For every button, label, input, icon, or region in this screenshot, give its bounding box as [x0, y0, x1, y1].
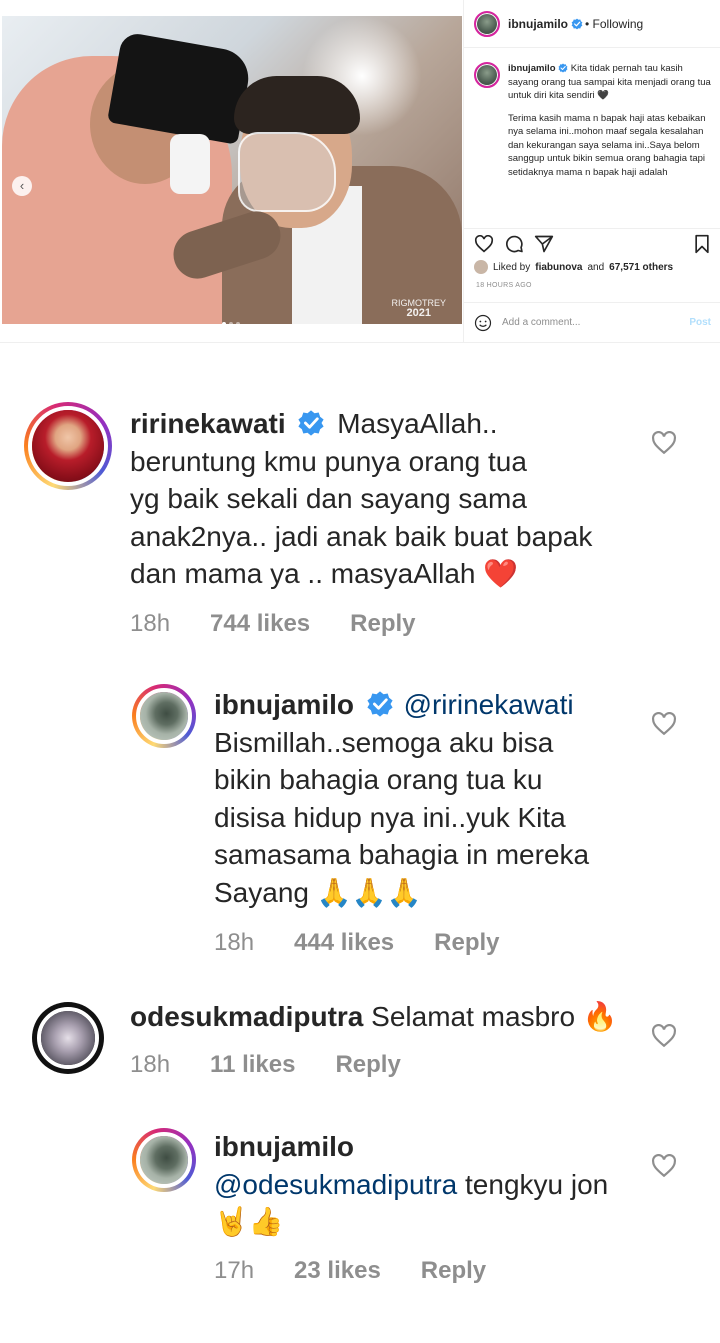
comment-line: MasyaAllah..	[337, 408, 498, 439]
comment-line: Selamat masbro 🔥	[371, 1001, 618, 1032]
carousel-dot	[222, 322, 226, 324]
comment-like-heart-icon[interactable]	[651, 1154, 677, 1178]
caption-avatar[interactable]	[474, 62, 500, 88]
comment-reply: ibnujamilo @ririnekawati Bismillah..semo…	[214, 686, 644, 956]
comment-line: anak2nya.. jadi anak baik buat bapak	[130, 520, 593, 552]
comment-reply: ibnujamilo @odesukmadiputra tengkyu jon …	[214, 1128, 644, 1284]
watermark-line2: 2021	[406, 307, 431, 319]
comment: odesukmadiputra Selamat masbro 🔥 18h 11 …	[130, 998, 650, 1078]
likes-and: and	[587, 261, 605, 273]
comment-input[interactable]: Add a comment...	[502, 317, 580, 328]
verified-badge-icon	[298, 410, 325, 436]
comment-line: disisa hidup nya ini..yuk Kita	[214, 801, 566, 833]
reply-button[interactable]: Reply	[434, 924, 499, 962]
verified-badge-icon	[367, 691, 393, 717]
author-avatar[interactable]	[474, 10, 500, 37]
post-photo[interactable]: ‹ RIGMOTREY 2021	[2, 16, 462, 324]
carousel-dot	[229, 322, 233, 324]
verified-badge-icon	[558, 63, 568, 73]
avatar-image	[41, 1011, 95, 1065]
comment-meta: 17h 23 likes Reply	[214, 1252, 486, 1290]
comment-meta: 18h 11 likes Reply	[130, 1046, 401, 1084]
commenter-avatar[interactable]	[132, 1128, 196, 1192]
post-comment-button[interactable]: Post	[689, 317, 711, 328]
avatar-image	[140, 692, 188, 740]
emoji-icon[interactable]	[474, 314, 492, 332]
comment-likes[interactable]: 23 likes	[294, 1252, 381, 1290]
comment-line: beruntung kmu punya orang tua	[130, 445, 527, 477]
comment-meta: 18h 444 likes Reply	[214, 924, 500, 962]
like-heart-icon[interactable]	[474, 234, 494, 253]
comment: ririnekawati MasyaAllah.. beruntung kmu …	[130, 405, 650, 637]
comment-input-bar: Add a comment... Post	[464, 302, 720, 342]
caption-paragraph2: Terima kasih mama n bapak haji atas keba…	[508, 112, 706, 178]
face-mask	[170, 134, 210, 194]
comment-icon[interactable]	[504, 234, 524, 254]
comment-username[interactable]: ibnujamilo	[214, 1131, 354, 1162]
comment-line: dan mama ya .. masyaAllah ❤️	[130, 558, 519, 590]
comment-line: bikin bahagia orang tua ku	[214, 764, 543, 796]
face-shield	[238, 132, 336, 212]
reply-button[interactable]: Reply	[421, 1252, 486, 1290]
comment-line: Bismillah..semoga aku bisa	[214, 726, 554, 758]
comment-likes[interactable]: 444 likes	[294, 924, 394, 962]
photo-watermark: RIGMOTREY 2021	[391, 298, 446, 319]
avatar-image	[140, 1136, 188, 1184]
likes-summary: Liked by fiabunova and 67,571 others	[474, 260, 673, 274]
caption-text: ibnujamilo Kita tidak pernah tau kasih s…	[508, 62, 714, 188]
post-sidebar: ibnujamilo • Following ibnujamilo Kita t…	[463, 0, 720, 343]
comment-username[interactable]: odesukmadiputra	[130, 1001, 363, 1032]
reply-button[interactable]: Reply	[350, 605, 415, 643]
reply-button[interactable]: Reply	[335, 1046, 400, 1084]
liker-avatar[interactable]	[474, 260, 488, 274]
post-header: ibnujamilo • Following	[464, 0, 720, 48]
comment-line: 🤘👍	[214, 1206, 284, 1237]
comment-time: 18h	[130, 1051, 171, 1078]
author-username[interactable]: ibnujamilo	[508, 17, 568, 31]
comment-time: 18h	[130, 610, 171, 637]
instagram-post: ‹ RIGMOTREY 2021 ibnujamilo • Following …	[0, 0, 720, 343]
comment-line: Sayang 🙏🙏🙏	[214, 876, 422, 908]
man-hair	[234, 76, 360, 134]
follow-status[interactable]: • Following	[585, 17, 643, 31]
carousel-prev-button[interactable]: ‹	[12, 176, 32, 196]
comment-likes[interactable]: 744 likes	[210, 605, 310, 643]
comment-line: yg baik sekali dan sayang sama	[130, 483, 527, 515]
comment-line: tengkyu jon	[465, 1168, 609, 1200]
share-icon[interactable]	[534, 234, 554, 254]
comment-like-heart-icon[interactable]	[651, 431, 677, 455]
comment-time: 17h	[214, 1257, 255, 1284]
bookmark-icon[interactable]	[693, 234, 711, 254]
verified-badge-icon	[571, 18, 583, 29]
comment-username[interactable]: ibnujamilo	[214, 689, 354, 720]
comment-time: 18h	[214, 929, 255, 956]
avatar-image	[32, 410, 104, 482]
carousel-dot	[236, 322, 240, 324]
comment-like-heart-icon[interactable]	[651, 1024, 677, 1048]
comment-likes[interactable]: 11 likes	[210, 1046, 295, 1084]
likes-others[interactable]: 67,571 others	[609, 262, 673, 273]
caption-username[interactable]: ibnujamilo	[508, 63, 556, 74]
post-actions	[464, 228, 720, 254]
comment-like-heart-icon[interactable]	[651, 712, 677, 736]
post-caption: ibnujamilo Kita tidak pernah tau kasih s…	[474, 62, 714, 188]
comment-line: samasama bahagia in mereka	[214, 839, 590, 871]
carousel-dots	[222, 322, 240, 324]
comment-mention[interactable]: @ririnekawati	[404, 689, 574, 720]
commenter-avatar[interactable]	[32, 1002, 104, 1074]
commenter-avatar[interactable]	[24, 402, 112, 490]
post-timestamp: 18 HOURS AGO	[476, 282, 532, 289]
comment-username[interactable]: ririnekawati	[130, 408, 286, 439]
comment-meta: 18h 744 likes Reply	[130, 605, 416, 643]
commenter-avatar[interactable]	[132, 684, 196, 748]
likes-prefix: Liked by	[493, 261, 531, 273]
comment-mention[interactable]: @odesukmadiputra	[214, 1169, 457, 1200]
liked-by-user[interactable]: fiabunova	[535, 262, 582, 273]
